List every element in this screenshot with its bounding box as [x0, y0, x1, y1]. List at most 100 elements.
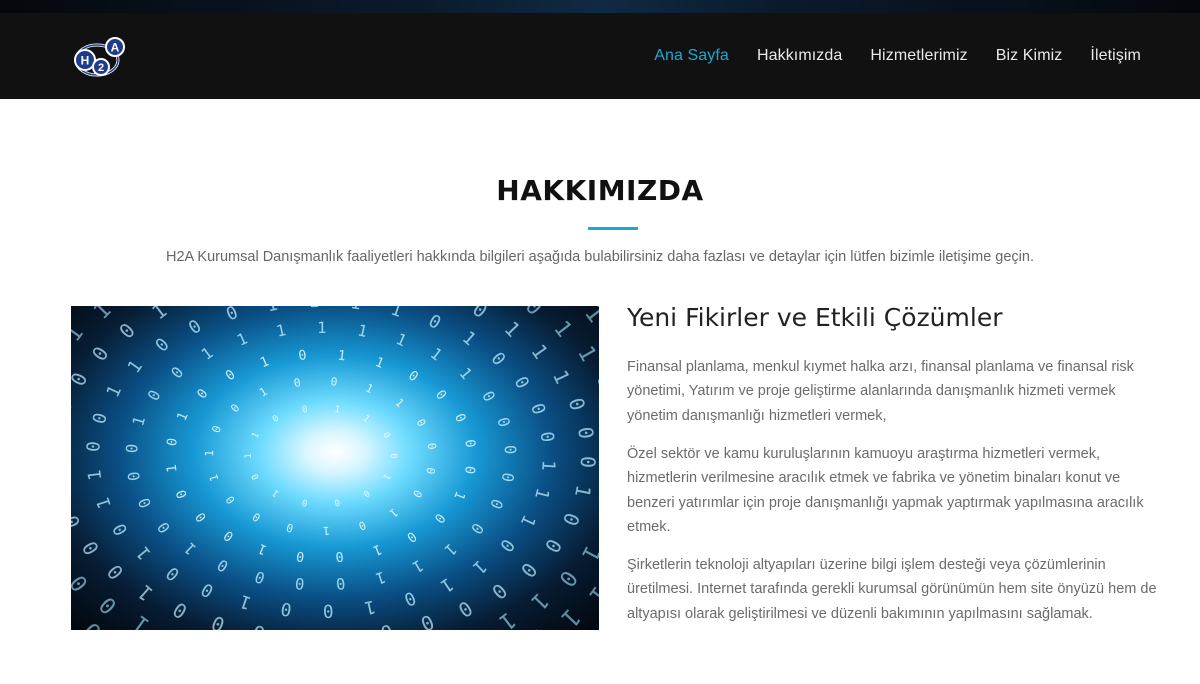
binary-digit: 0	[576, 456, 599, 469]
binary-digit: 0	[403, 528, 418, 545]
binary-digit: 0	[405, 368, 421, 385]
binary-digit: 0	[322, 600, 333, 621]
binary-digit: 0	[380, 431, 391, 440]
binary-digit: 1	[349, 306, 363, 314]
binary-digit: 0	[335, 574, 346, 593]
binary-digit: 0	[330, 375, 338, 389]
binary-digit: 0	[493, 415, 513, 429]
binary-digit: 0	[87, 342, 114, 365]
binary-digit: 1	[392, 396, 406, 410]
binary-digit: 0	[71, 512, 85, 532]
binary-digit: 1	[275, 321, 288, 341]
binary-digit: 0	[165, 437, 181, 447]
binary-digit: 0	[361, 487, 371, 498]
nav-item-biz-kimiz[interactable]: Biz Kimiz	[996, 47, 1063, 65]
binary-digit: 0	[271, 414, 281, 425]
binary-digit: 1	[583, 580, 599, 609]
binary-digit: 1	[203, 450, 216, 457]
binary-digit: 1	[88, 306, 116, 325]
binary-digit: 1	[450, 489, 467, 502]
binary-digit: 0	[294, 574, 305, 593]
binary-digit: 0	[423, 466, 437, 475]
paragraph-finance: Finansal planlama, menkul kıymet halka a…	[627, 359, 1134, 424]
binary-digit: 0	[333, 496, 341, 507]
binary-digit: 0	[123, 443, 142, 453]
binary-digit: 0	[451, 412, 468, 425]
binary-digit: 1	[198, 344, 216, 364]
binary-digit: 0	[540, 535, 567, 557]
binary-digit: 0	[461, 439, 477, 449]
binary-digit: 0	[162, 562, 184, 585]
nav-item-hizmetlerimiz[interactable]: Hizmetlerimiz	[870, 47, 967, 65]
binary-digit: 0	[184, 306, 206, 309]
main-nav: Ana Sayfa Hakkımızda Hizmetlerimiz Biz K…	[654, 13, 1141, 99]
binary-digit: 0	[301, 496, 309, 507]
binary-digit: 0	[144, 387, 164, 404]
binary-digit: 0	[516, 558, 542, 582]
binary-digit: 1	[524, 623, 554, 630]
binary-digit: 1	[124, 356, 147, 377]
binary-digit: 1	[427, 344, 445, 364]
binary-digit: 0	[417, 610, 438, 630]
binary-digit: 0	[109, 520, 133, 539]
binary-digit: 1	[548, 316, 577, 342]
binary-digit: 0	[487, 348, 510, 370]
binary-digit: 0	[487, 578, 512, 604]
binary-digit: 0	[298, 348, 308, 364]
binary-digit: 0	[410, 487, 425, 500]
binary-digit: 0	[102, 560, 128, 585]
binary-digit: 1	[530, 486, 553, 502]
binary-digit: 1	[129, 414, 149, 428]
binary-digit: 0	[71, 398, 77, 416]
binary-digit: 0	[223, 367, 238, 384]
binary-digit: 1	[433, 306, 455, 308]
binary-digit: 1	[308, 306, 319, 312]
binary-digit: 0	[520, 306, 548, 321]
binary-digit: 0	[71, 570, 94, 596]
binary-digit: 1	[102, 382, 126, 401]
binary-digit: 0	[135, 495, 155, 510]
binary-digit: 0	[221, 527, 237, 544]
binary-digit: 1	[271, 487, 281, 498]
binary-digit: 1	[373, 567, 388, 587]
binary-digit: 1	[516, 511, 540, 530]
binary-digit: 1	[129, 610, 155, 630]
binary-digit: 0	[486, 496, 506, 511]
binary-digit: 0	[526, 401, 549, 418]
binary-digit: 0	[553, 565, 582, 591]
nav-item-ana-sayfa[interactable]: Ana Sayfa	[654, 47, 729, 65]
binary-digit: 0	[223, 493, 238, 506]
binary-digit: 0	[378, 619, 396, 630]
section-intro: H2A Kurumsal Danışmanlık faaliyetleri ha…	[165, 249, 1034, 265]
binary-digit: 1	[526, 587, 554, 615]
binary-digit: 1	[317, 319, 326, 337]
binary-tunnel-image: 0100010110011000101000110010011001001001…	[71, 306, 599, 630]
binary-digit: 0	[295, 548, 305, 564]
title-underline	[588, 227, 638, 230]
binary-digit: 0	[401, 587, 419, 611]
binary-digit: 0	[125, 470, 144, 482]
binary-digit: 1	[380, 472, 391, 481]
binary-digit: 0	[591, 370, 599, 392]
svg-text:A: A	[111, 41, 120, 55]
binary-digit: 1	[458, 327, 480, 350]
binary-digit: 1	[468, 556, 490, 579]
binary-digit: 1	[250, 431, 261, 440]
binary-digit: 0	[253, 567, 268, 587]
binary-digit: 0	[168, 597, 191, 624]
binary-digit: 1	[147, 306, 171, 324]
binary-digit: 1	[441, 540, 460, 560]
binary-digit: 0	[337, 625, 351, 630]
binary-digit: 0	[198, 578, 218, 602]
binary-digit: 0	[208, 611, 228, 630]
binary-digit: 1	[323, 524, 330, 537]
nav-item-hakkimizda[interactable]: Hakkımızda	[757, 47, 842, 65]
binary-digit: 0	[425, 442, 439, 451]
binary-digit: 0	[210, 424, 225, 435]
binary-digit: 1	[71, 306, 72, 320]
binary-digit: 0	[478, 388, 498, 405]
h2a-logo[interactable]: H A 2	[72, 36, 126, 78]
binary-digit: 0	[558, 510, 585, 530]
binary-digit: 1	[257, 385, 270, 400]
nav-item-iletisim[interactable]: İletişim	[1090, 47, 1141, 65]
